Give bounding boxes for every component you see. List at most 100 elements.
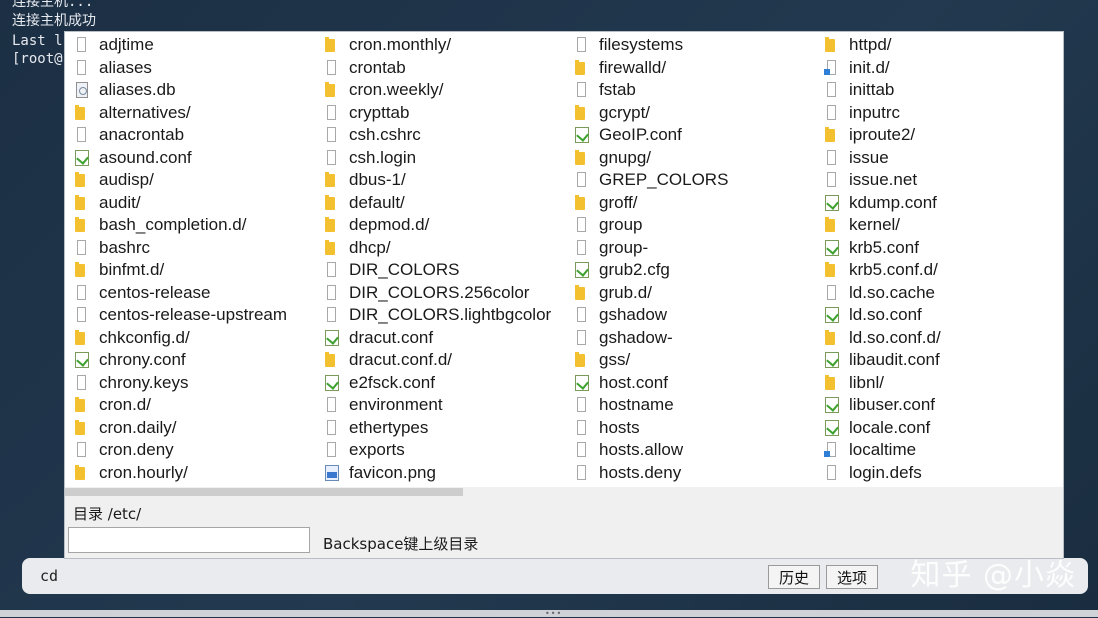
folder-icon (74, 396, 90, 414)
folder-item[interactable]: audit/ (65, 192, 315, 215)
file-item[interactable]: adjtime (65, 34, 315, 57)
folder-item[interactable]: cron.weekly/ (315, 79, 565, 102)
file-item[interactable]: centos-release-upstream (65, 304, 315, 327)
file-item[interactable]: aliases.db (65, 79, 315, 102)
folder-icon (324, 81, 340, 99)
folder-item[interactable]: cron.hourly/ (65, 462, 315, 485)
file-item[interactable]: inputrc (815, 102, 1063, 125)
file-item[interactable]: hosts (565, 417, 815, 440)
folder-item[interactable]: binfmt.d/ (65, 259, 315, 282)
file-item[interactable]: GREP_COLORS (565, 169, 815, 192)
file-item[interactable]: locale.conf (815, 417, 1063, 440)
terminal-line: 连接主机... (12, 0, 94, 10)
file-item[interactable]: hosts.deny (565, 462, 815, 485)
file-item[interactable]: csh.login (315, 147, 565, 170)
file-item[interactable]: GeoIP.conf (565, 124, 815, 147)
folder-item[interactable]: kernel/ (815, 214, 1063, 237)
options-button[interactable]: 选项 (826, 565, 878, 589)
folder-item[interactable]: gss/ (565, 349, 815, 372)
folder-item[interactable]: depmod.d/ (315, 214, 565, 237)
folder-item[interactable]: cron.daily/ (65, 417, 315, 440)
file-item[interactable]: init.d/ (815, 57, 1063, 80)
file-item[interactable]: csh.cshrc (315, 124, 565, 147)
history-button[interactable]: 历史 (768, 565, 820, 589)
file-item[interactable]: e2fsck.conf (315, 372, 565, 395)
folder-item[interactable]: gcrypt/ (565, 102, 815, 125)
scrollbar-thumb[interactable] (65, 488, 463, 496)
file-item[interactable]: DIR_COLORS.256color (315, 282, 565, 305)
file-item[interactable]: host.conf (565, 372, 815, 395)
file-item[interactable]: asound.conf (65, 147, 315, 170)
file-item[interactable]: libaudit.conf (815, 349, 1063, 372)
file-item[interactable]: localtime (815, 439, 1063, 462)
file-item[interactable]: hostname (565, 394, 815, 417)
file-item[interactable]: favicon.png (315, 462, 565, 485)
file-item[interactable]: cron.deny (65, 439, 315, 462)
folder-item[interactable]: dhcp/ (315, 237, 565, 260)
file-item[interactable]: group (565, 214, 815, 237)
file-item[interactable]: inittab (815, 79, 1063, 102)
file-item[interactable]: aliases (65, 57, 315, 80)
file-item[interactable]: chrony.keys (65, 372, 315, 395)
file-item[interactable]: environment (315, 394, 565, 417)
terminal-line: 连接主机成功 (12, 13, 96, 29)
file-item[interactable]: kdump.conf (815, 192, 1063, 215)
folder-item[interactable]: iproute2/ (815, 124, 1063, 147)
file-item[interactable]: ld.so.conf (815, 304, 1063, 327)
file-item[interactable]: gshadow- (565, 327, 815, 350)
file-item[interactable]: libuser.conf (815, 394, 1063, 417)
file-item[interactable]: centos-release (65, 282, 315, 305)
folder-item[interactable]: firewalld/ (565, 57, 815, 80)
file-icon (574, 306, 590, 324)
file-item[interactable]: anacrontab (65, 124, 315, 147)
file-item[interactable]: login.defs (815, 462, 1063, 485)
directory-browser-dialog: adjtime aliases aliases.db alternatives/ana… (64, 31, 1064, 559)
file-item[interactable]: ethertypes (315, 417, 565, 440)
file-item[interactable]: crontab (315, 57, 565, 80)
folder-item[interactable]: cron.d/ (65, 394, 315, 417)
file-item[interactable]: gshadow (565, 304, 815, 327)
resize-grip-icon[interactable]: ••• (545, 610, 562, 618)
folder-item[interactable]: grub.d/ (565, 282, 815, 305)
folder-icon (74, 104, 90, 122)
file-item[interactable]: group- (565, 237, 815, 260)
folder-item[interactable]: krb5.conf.d/ (815, 259, 1063, 282)
file-item[interactable]: filesystems (565, 34, 815, 57)
file-name: login.defs (849, 462, 922, 482)
file-item[interactable]: DIR_COLORS (315, 259, 565, 282)
folder-item[interactable]: libnl/ (815, 372, 1063, 395)
folder-item[interactable]: groff/ (565, 192, 815, 215)
file-item[interactable]: DIR_COLORS.lightbgcolor (315, 304, 565, 327)
file-item[interactable]: crypttab (315, 102, 565, 125)
folder-item[interactable]: chkconfig.d/ (65, 327, 315, 350)
folder-item[interactable]: alternatives/ (65, 102, 315, 125)
folder-icon (574, 284, 590, 302)
path-input[interactable] (68, 527, 310, 553)
file-item[interactable]: fstab (565, 79, 815, 102)
file-item[interactable]: hosts.allow (565, 439, 815, 462)
folder-item[interactable]: bash_completion.d/ (65, 214, 315, 237)
file-item[interactable]: dracut.conf (315, 327, 565, 350)
file-name: aliases (99, 57, 152, 77)
file-item[interactable]: krb5.conf (815, 237, 1063, 260)
folder-item[interactable]: ld.so.conf.d/ (815, 327, 1063, 350)
file-item[interactable]: ld.so.cache (815, 282, 1063, 305)
file-name: cron.monthly/ (349, 35, 452, 55)
file-item[interactable]: grub2.cfg (565, 259, 815, 282)
folder-item[interactable]: dracut.conf.d/ (315, 349, 565, 372)
folder-item[interactable]: audisp/ (65, 169, 315, 192)
folder-item[interactable]: dbus-1/ (315, 169, 565, 192)
horizontal-scrollbar[interactable] (65, 487, 1063, 497)
file-item[interactable]: issue.net (815, 169, 1063, 192)
folder-item[interactable]: default/ (315, 192, 565, 215)
folder-item[interactable]: cron.monthly/ (315, 34, 565, 57)
file-item[interactable]: chrony.conf (65, 349, 315, 372)
file-item[interactable]: exports (315, 439, 565, 462)
command-text[interactable]: cd (40, 567, 58, 585)
file-name: chkconfig.d/ (99, 327, 190, 347)
folder-item[interactable]: httpd/ (815, 34, 1063, 57)
file-item[interactable]: issue (815, 147, 1063, 170)
file-item[interactable]: bashrc (65, 237, 315, 260)
folder-icon (74, 419, 90, 437)
folder-item[interactable]: gnupg/ (565, 147, 815, 170)
